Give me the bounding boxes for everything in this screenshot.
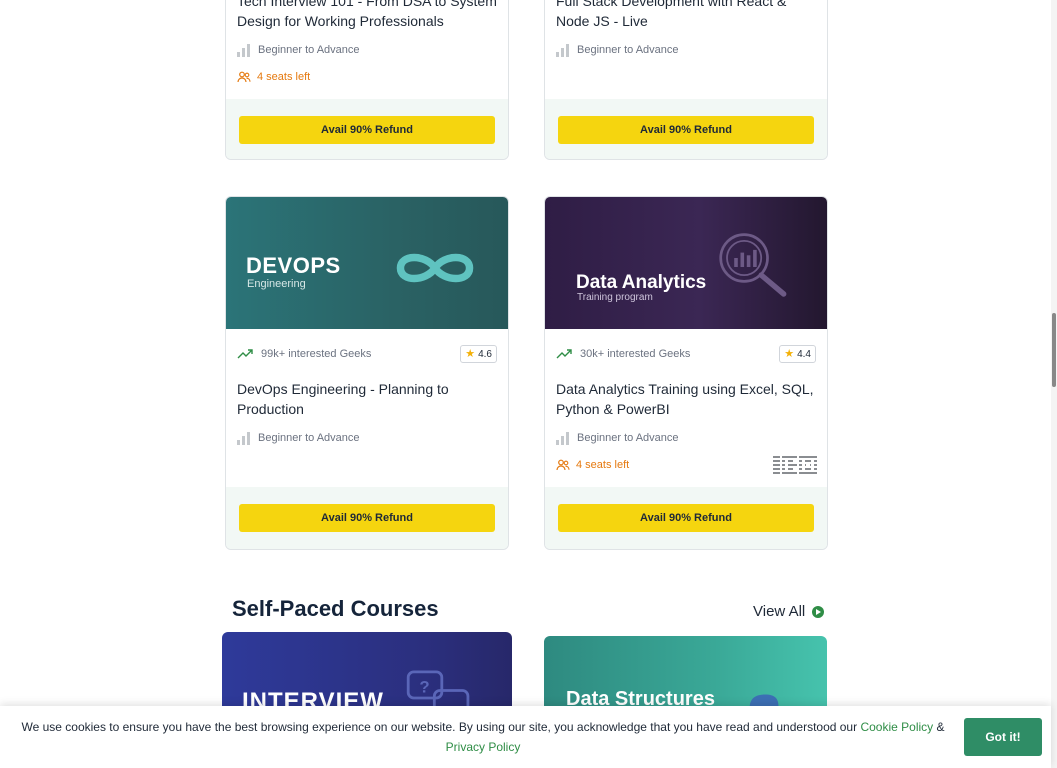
meta-row: 30k+ interested Geeks ★ 4.4 (556, 329, 816, 379)
people-icon (237, 71, 251, 83)
page-scrollbar-thumb[interactable] (1052, 313, 1056, 387)
trending-up-icon (556, 349, 572, 359)
infinity-icon (396, 253, 474, 283)
rating-badge: ★ 4.4 (779, 345, 816, 363)
trending-up-icon (237, 349, 253, 359)
arrow-circle-icon (812, 605, 825, 618)
cookie-consent-bar: We use cookies to ensure you have the be… (0, 706, 1051, 768)
level-row: Beginner to Advance (237, 429, 497, 447)
ibm-partner-logo (773, 456, 817, 474)
thumbnail-title: DEVOPS (246, 253, 341, 278)
section-title-self-paced: Self-Paced Courses (232, 596, 439, 621)
svg-text:?: ? (419, 677, 429, 696)
level-row: Beginner to Advance (556, 41, 816, 59)
avail-refund-button[interactable]: Avail 90% Refund (558, 504, 814, 532)
course-card-data-analytics[interactable]: Data Analytics Training program 30k+ int… (544, 196, 828, 550)
rating-value: 4.4 (797, 348, 811, 360)
course-card-devops[interactable]: DEVOPS Engineering 99k+ interested Geeks… (225, 196, 509, 550)
cookie-policy-link[interactable]: Cookie Policy (860, 720, 933, 734)
avail-refund-button[interactable]: Avail 90% Refund (558, 116, 814, 144)
star-icon: ★ (784, 347, 795, 360)
seats-row: 4 seats left (237, 68, 497, 86)
avail-refund-button[interactable]: Avail 90% Refund (239, 504, 495, 532)
level-label: Beginner to Advance (577, 44, 679, 56)
course-thumbnail[interactable]: Data Analytics Training program (545, 197, 827, 329)
interest: 99k+ interested Geeks (237, 348, 371, 360)
seats-left: 4 seats left (576, 459, 630, 471)
view-all-label: View All (753, 603, 806, 620)
course-title[interactable]: DevOps Engineering - Planning to Product… (237, 379, 497, 421)
page: Tech Interview 101 - From DSA to System … (0, 0, 1057, 768)
analytics-magnifier-icon (719, 233, 787, 297)
thumbnail-subtitle: Engineering (247, 278, 306, 290)
seats-row-empty (556, 68, 816, 86)
people-icon (556, 459, 570, 471)
rating-value: 4.6 (478, 348, 492, 360)
privacy-policy-link[interactable]: Privacy Policy (446, 740, 521, 754)
view-all-link[interactable]: View All (753, 603, 825, 620)
card-footer: Avail 90% Refund (226, 487, 508, 549)
course-card-full-stack[interactable]: Full Stack Development with React & Node… (544, 0, 828, 160)
card-body: 30k+ interested Geeks ★ 4.4 Data Analyti… (545, 329, 827, 474)
cookie-text: We use cookies to ensure you have the be… (21, 720, 858, 734)
interest: 30k+ interested Geeks (556, 348, 690, 360)
difficulty-bars-icon (237, 43, 251, 57)
interested-count: 99k+ interested Geeks (261, 348, 372, 360)
thumbnail-subtitle: Training program (577, 292, 653, 303)
seats-left: 4 seats left (257, 71, 311, 83)
difficulty-bars-icon (237, 431, 251, 445)
level-label: Beginner to Advance (258, 432, 360, 444)
card-body: Tech Interview 101 - From DSA to System … (226, 0, 508, 86)
rating-badge: ★ 4.6 (460, 345, 497, 363)
avail-refund-button[interactable]: Avail 90% Refund (239, 116, 495, 144)
course-thumbnail[interactable]: DEVOPS Engineering (226, 197, 508, 329)
ampersand: & (936, 720, 945, 734)
thumbnail-title: Data Analytics (576, 272, 707, 293)
course-card-tech-interview[interactable]: Tech Interview 101 - From DSA to System … (225, 0, 509, 160)
star-icon: ★ (465, 347, 476, 360)
card-footer: Avail 90% Refund (226, 99, 508, 159)
difficulty-bars-icon (556, 43, 570, 57)
got-it-button[interactable]: Got it! (964, 718, 1042, 756)
card-body: 99k+ interested Geeks ★ 4.6 DevOps Engin… (226, 329, 508, 474)
cookie-message: We use cookies to ensure you have the be… (20, 717, 946, 757)
card-body: Full Stack Development with React & Node… (545, 0, 827, 86)
difficulty-bars-icon (556, 431, 570, 445)
level-row: Beginner to Advance (237, 41, 497, 59)
card-footer: Avail 90% Refund (545, 99, 827, 159)
level-label: Beginner to Advance (258, 44, 360, 56)
level-label: Beginner to Advance (577, 432, 679, 444)
level-row: Beginner to Advance (556, 429, 816, 447)
course-title[interactable]: Full Stack Development with React & Node… (556, 0, 816, 33)
course-title[interactable]: Tech Interview 101 - From DSA to System … (237, 0, 497, 33)
interested-count: 30k+ interested Geeks (580, 348, 691, 360)
course-title[interactable]: Data Analytics Training using Excel, SQL… (556, 379, 816, 421)
seats-row-empty (237, 456, 497, 474)
meta-row: 99k+ interested Geeks ★ 4.6 (237, 329, 497, 379)
card-footer: Avail 90% Refund (545, 487, 827, 549)
